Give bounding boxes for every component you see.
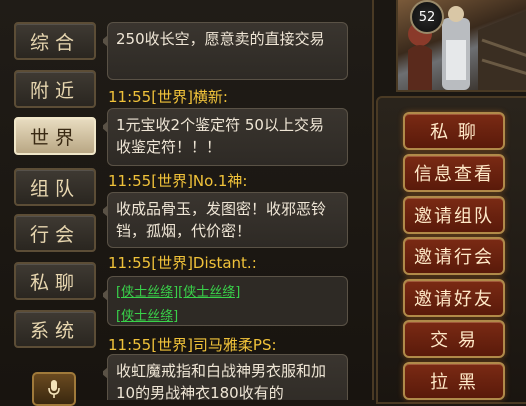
message-sender[interactable]: 11:55[世界]No.1神: bbox=[108, 170, 247, 191]
message-sender[interactable]: 11:55[世界]横新: bbox=[108, 86, 228, 107]
tab-comprehensive[interactable]: 综合 bbox=[14, 22, 96, 60]
voice-button[interactable] bbox=[32, 372, 76, 406]
view-info-button[interactable]: 信息查看 bbox=[403, 154, 505, 192]
tab-world[interactable]: 世界 bbox=[14, 117, 96, 155]
chat-message-list[interactable]: 250收长空，愿意卖的直接交易 11:55[世界]横新: 1元宝收2个鉴定符 5… bbox=[103, 0, 363, 400]
item-link[interactable]: [侠士丝绦] bbox=[178, 285, 240, 300]
tab-private[interactable]: 私聊 bbox=[14, 262, 96, 300]
message-sender[interactable]: 11:55[世界]司马雅柔PS: bbox=[108, 334, 277, 355]
level-badge: 52 bbox=[410, 0, 444, 34]
invite-guild-button[interactable]: 邀请行会 bbox=[403, 237, 505, 275]
message-sender[interactable]: 11:55[世界]Distant.: bbox=[108, 252, 257, 273]
message-bubble: [侠士丝绦][侠士丝绦] [侠士丝绦] bbox=[103, 276, 348, 326]
tab-guild[interactable]: 行会 bbox=[14, 214, 96, 252]
microphone-icon bbox=[48, 380, 60, 398]
message-bubble: 1元宝收2个鉴定符 50以上交易 收鉴定符！！！ bbox=[103, 108, 348, 166]
item-link[interactable]: [侠士丝绦] bbox=[116, 285, 178, 300]
item-link[interactable]: [侠士丝绦] bbox=[116, 309, 178, 324]
invite-team-button[interactable]: 邀请组队 bbox=[403, 196, 505, 234]
message-bubble: 收虹魔戒指和白战神男衣服和加10的男战神衣180收有的 bbox=[103, 354, 348, 400]
block-button[interactable]: 拉 黑 bbox=[403, 362, 505, 400]
tab-system[interactable]: 系统 bbox=[14, 310, 96, 348]
trade-button[interactable]: 交 易 bbox=[403, 320, 505, 358]
private-chat-button[interactable]: 私 聊 bbox=[403, 112, 505, 150]
tab-nearby[interactable]: 附近 bbox=[14, 70, 96, 108]
message-bubble: 收成品骨玉，发图密！收邪恶铃铛，孤烟，代价密！ bbox=[103, 192, 348, 248]
invite-friend-button[interactable]: 邀请好友 bbox=[403, 279, 505, 317]
tab-team[interactable]: 组队 bbox=[14, 168, 96, 206]
chat-panel: 综合 附近 世界 组队 行会 私聊 系统 250收长空，愿意卖的直接交易 11:… bbox=[0, 0, 374, 406]
message-bubble: 250收长空，愿意卖的直接交易 bbox=[103, 22, 348, 80]
